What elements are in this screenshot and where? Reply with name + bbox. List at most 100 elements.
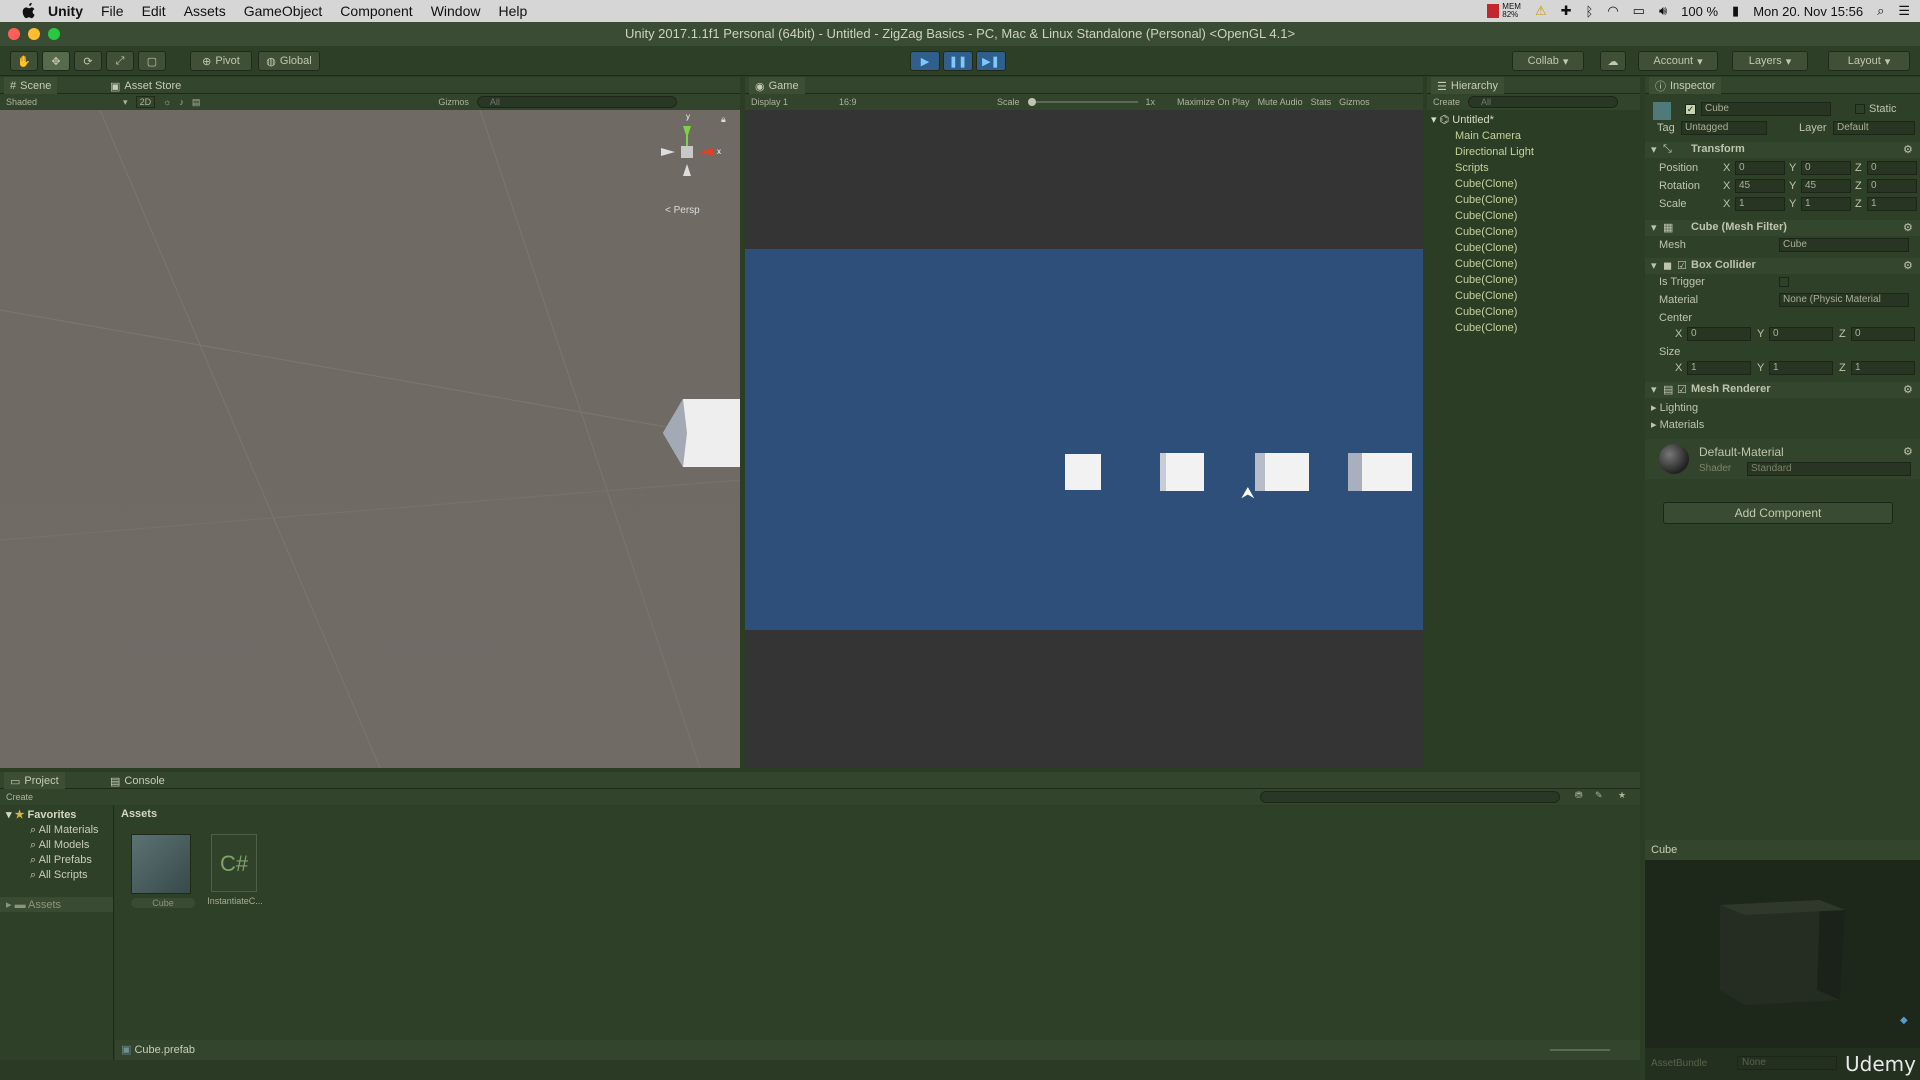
collapse-arrow-icon[interactable]: ▾ bbox=[1651, 143, 1657, 156]
preview-settings-icon[interactable]: ◆ bbox=[1900, 1015, 1908, 1026]
shading-dropdown[interactable]: Shaded bbox=[6, 97, 37, 107]
settings-gear-icon[interactable]: ⚙ bbox=[1903, 383, 1913, 396]
scene-gizmos-dropdown[interactable]: Gizmos bbox=[438, 97, 469, 107]
hierarchy-item[interactable]: Main Camera bbox=[1427, 128, 1640, 144]
settings-gear-icon[interactable]: ⚙ bbox=[1903, 221, 1913, 234]
lighting-foldout[interactable]: ▸ Lighting bbox=[1651, 401, 1698, 414]
hierarchy-item[interactable]: Scripts bbox=[1427, 160, 1640, 176]
collapse-arrow-icon[interactable]: ▾ bbox=[1651, 259, 1657, 272]
box-collider-checkbox[interactable]: ☑ bbox=[1677, 259, 1687, 272]
favorite-item[interactable]: ⌕ All Models bbox=[0, 838, 113, 853]
mesh-renderer-checkbox[interactable]: ☑ bbox=[1677, 383, 1687, 396]
center-y-field[interactable]: 0 bbox=[1769, 327, 1833, 341]
filter-by-label-icon[interactable]: ✎ bbox=[1595, 790, 1603, 801]
assets-breadcrumb[interactable]: Assets bbox=[121, 808, 157, 820]
mesh-renderer-header[interactable]: ▾ ▤ ☑ Mesh Renderer ⚙ bbox=[1645, 382, 1920, 398]
hierarchy-item[interactable]: Cube(Clone) bbox=[1427, 304, 1640, 320]
filter-by-type-icon[interactable]: ⛃ bbox=[1575, 790, 1583, 801]
favorite-star-icon[interactable]: ★ bbox=[1618, 790, 1626, 801]
datetime[interactable]: Mon 20. Nov 15:56 bbox=[1753, 4, 1863, 19]
scene-cube[interactable] bbox=[663, 397, 740, 469]
menu-file[interactable]: File bbox=[101, 3, 124, 19]
static-checkbox[interactable] bbox=[1855, 104, 1865, 114]
collapse-arrow-icon[interactable]: ▾ bbox=[1651, 383, 1657, 396]
favorite-item[interactable]: ⌕ All Materials bbox=[0, 823, 113, 838]
assets-folder-item[interactable]: ▸ ▬ Assets bbox=[0, 897, 113, 912]
scale-x-field[interactable]: 1 bbox=[1735, 197, 1785, 211]
rect-tool-button[interactable]: ▢ bbox=[138, 51, 166, 71]
physic-material-field[interactable]: None (Physic Material bbox=[1779, 293, 1909, 307]
volume-icon[interactable]: 🔊︎ bbox=[1659, 3, 1667, 19]
menu-app[interactable]: Unity bbox=[48, 3, 83, 19]
menu-component[interactable]: Component bbox=[340, 3, 412, 19]
scale-slider[interactable] bbox=[1027, 98, 1138, 106]
material-section[interactable]: Default-Material Shader Standard ⚙ bbox=[1645, 439, 1920, 479]
mesh-filter-header[interactable]: ▾ ▦ Cube (Mesh Filter) ⚙ bbox=[1645, 220, 1920, 236]
maximize-on-play-toggle[interactable]: Maximize On Play bbox=[1177, 97, 1250, 107]
menu-help[interactable]: Help bbox=[498, 3, 527, 19]
scene-lock-icon[interactable]: 🔒︎ bbox=[721, 114, 726, 125]
move-tool-button[interactable]: ✥ bbox=[42, 51, 70, 71]
rotation-y-field[interactable]: 45 bbox=[1801, 179, 1851, 193]
object-name-field[interactable]: Cube bbox=[1701, 102, 1831, 116]
rotate-tool-button[interactable]: ⟳ bbox=[74, 51, 102, 71]
box-collider-header[interactable]: ▾ ◼ ☑ Box Collider ⚙ bbox=[1645, 258, 1920, 274]
account-dropdown[interactable]: Account ▾ bbox=[1638, 51, 1718, 71]
hierarchy-item[interactable]: Cube(Clone) bbox=[1427, 192, 1640, 208]
game-gizmos-dropdown[interactable]: Gizmos bbox=[1339, 97, 1370, 107]
center-z-field[interactable]: 0 bbox=[1851, 327, 1915, 341]
menu-gameobject[interactable]: GameObject bbox=[244, 3, 323, 19]
settings-gear-icon[interactable]: ⚙ bbox=[1903, 445, 1913, 458]
pause-button[interactable]: ❚❚ bbox=[943, 51, 973, 71]
size-x-field[interactable]: 1 bbox=[1687, 361, 1751, 375]
layer-dropdown[interactable]: Default bbox=[1833, 121, 1915, 135]
icon-size-slider[interactable] bbox=[1550, 1049, 1610, 1051]
mesh-field[interactable]: Cube bbox=[1779, 238, 1909, 252]
plus-icon[interactable]: ✚ bbox=[1561, 3, 1572, 19]
asset-cube[interactable]: Cube bbox=[131, 834, 195, 908]
shader-dropdown[interactable]: Standard bbox=[1747, 462, 1911, 476]
asset-script[interactable]: C# InstantiateC... bbox=[203, 834, 267, 906]
materials-foldout[interactable]: ▸ Materials bbox=[1651, 418, 1704, 431]
rotation-z-field[interactable]: 0 bbox=[1867, 179, 1917, 193]
active-checkbox[interactable]: ✓ bbox=[1685, 104, 1696, 115]
project-search-input[interactable] bbox=[1260, 791, 1560, 803]
tab-console[interactable]: ▤ Console bbox=[104, 772, 171, 790]
scene-view[interactable]: y x 🔒︎ < Persp bbox=[0, 110, 740, 768]
expand-arrow-icon[interactable]: ▾ bbox=[1431, 114, 1437, 126]
settings-gear-icon[interactable]: ⚙ bbox=[1903, 259, 1913, 272]
tab-project[interactable]: ▭ Project bbox=[4, 772, 65, 790]
menu-assets[interactable]: Assets bbox=[184, 3, 226, 19]
play-button[interactable]: ▶ bbox=[910, 51, 940, 71]
battery-text[interactable]: 100 % bbox=[1681, 4, 1718, 19]
preview-cube[interactable] bbox=[1645, 860, 1920, 1030]
scene-search-input[interactable] bbox=[476, 96, 677, 108]
wifi-icon[interactable]: ◠ bbox=[1607, 3, 1618, 19]
project-create-dropdown[interactable]: Create bbox=[6, 792, 33, 802]
assetbundle-dropdown[interactable]: None bbox=[1737, 1056, 1837, 1070]
position-x-field[interactable]: 0 bbox=[1735, 161, 1785, 175]
position-z-field[interactable]: 0 bbox=[1867, 161, 1917, 175]
tab-scene[interactable]: # Scene bbox=[4, 77, 58, 95]
bluetooth-icon[interactable]: ᛒ bbox=[1586, 4, 1594, 19]
cloud-button[interactable]: ☁ bbox=[1600, 51, 1626, 71]
layers-dropdown[interactable]: Layers ▾ bbox=[1732, 51, 1808, 71]
stats-toggle[interactable]: Stats bbox=[1311, 97, 1332, 107]
notification-center-icon[interactable]: ☰ bbox=[1898, 3, 1910, 19]
spotlight-icon[interactable]: ⌕ bbox=[1877, 3, 1884, 19]
audio-toggle-icon[interactable]: ♪ bbox=[179, 97, 184, 107]
favorite-item[interactable]: ⌕ All Prefabs bbox=[0, 853, 113, 868]
zoom-window-button[interactable] bbox=[48, 28, 60, 40]
close-window-button[interactable] bbox=[8, 28, 20, 40]
tag-dropdown[interactable]: Untagged bbox=[1681, 121, 1767, 135]
mem-icon[interactable]: MEM 82% bbox=[1487, 3, 1521, 19]
rotation-x-field[interactable]: 45 bbox=[1735, 179, 1785, 193]
menu-edit[interactable]: Edit bbox=[142, 3, 166, 19]
toggle-2d[interactable]: 2D bbox=[135, 96, 156, 108]
airplay-icon[interactable]: ▭ bbox=[1633, 3, 1645, 19]
hierarchy-create-dropdown[interactable]: Create bbox=[1433, 97, 1460, 107]
collab-dropdown[interactable]: Collab ▾ bbox=[1512, 51, 1584, 71]
warning-icon[interactable]: ⚠ bbox=[1535, 3, 1547, 19]
center-x-field[interactable]: 0 bbox=[1687, 327, 1751, 341]
hierarchy-item[interactable]: Directional Light bbox=[1427, 144, 1640, 160]
